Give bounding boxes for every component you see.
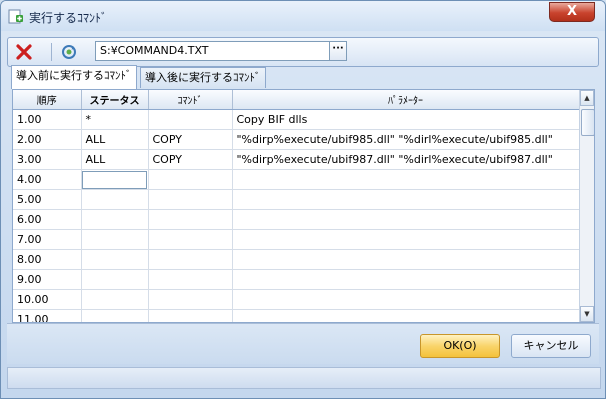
vertical-scrollbar[interactable]: ▲ ▼ [579,90,594,322]
cell-params[interactable] [232,169,580,190]
table-row[interactable]: 10.00 [13,289,580,310]
cell-order[interactable]: 3.00 [13,149,82,170]
scroll-down-icon[interactable]: ▼ [580,306,594,322]
dialog-footer: OK(O) キャンセル [7,323,599,364]
cell-command[interactable] [148,229,233,250]
cell-order[interactable]: 9.00 [13,269,82,290]
cell-status[interactable] [81,289,149,310]
cell-command[interactable] [148,309,233,322]
table-row[interactable]: 9.00 [13,269,580,290]
table-row[interactable]: 3.00 ALL COPY "%dirp%execute/ubif987.dll" "… [13,149,580,170]
cell-status[interactable] [81,309,149,322]
cell-params[interactable] [232,269,580,290]
cell-params[interactable]: "%dirp%execute/ubif987.dll" "%dirl%execu… [232,149,580,170]
cell-order[interactable]: 7.00 [13,229,82,250]
cell-order[interactable]: 10.00 [13,289,82,310]
toolbar: S:¥COMMAND4.TXT ··· [7,37,599,67]
cell-status[interactable]: ALL [81,149,149,170]
command-grid: 順序 ステータス ｺﾏﾝﾄﾞ ﾊﾟﾗﾒｰﾀｰ 1.00 * Copy BIF dll… [12,89,595,323]
cell-order[interactable]: 6.00 [13,209,82,230]
cell-params[interactable] [232,189,580,210]
cell-params[interactable] [232,229,580,250]
toolbar-separator [51,43,52,61]
cell-order[interactable]: 5.00 [13,189,82,210]
cell-order[interactable]: 8.00 [13,249,82,270]
grid-body: 1.00 * Copy BIF dlls 2.00 ALL COPY "%dirp%exec… [13,109,580,322]
scroll-thumb[interactable] [581,109,594,136]
cell-command[interactable] [148,289,233,310]
cell-command[interactable]: COPY [148,149,233,170]
cell-status[interactable] [81,209,149,230]
cell-command[interactable] [148,209,233,230]
table-row[interactable]: 2.00 ALL COPY "%dirp%execute/ubif985.dll" "… [13,129,580,150]
tab-post-install-commands[interactable]: 導入後に実行するｺﾏﾝﾄﾞ [140,67,266,88]
table-row[interactable]: 4.00 [13,169,580,190]
cell-params[interactable] [232,209,580,230]
command-dialog: 実行するｺﾏﾝﾄﾞ X S:¥COMMAND4.TXT ··· 導入前に実行する… [0,0,606,399]
table-row[interactable]: 7.00 [13,229,580,250]
scroll-up-icon[interactable]: ▲ [580,90,594,106]
cell-command[interactable] [148,269,233,290]
cell-status[interactable] [81,269,149,290]
cell-status[interactable] [81,229,149,250]
command-table: 順序 ステータス ｺﾏﾝﾄﾞ ﾊﾟﾗﾒｰﾀｰ 1.00 * Copy BIF dll… [13,90,580,322]
status-bar [7,367,601,389]
close-icon: X [566,4,578,19]
table-row[interactable]: 8.00 [13,249,580,270]
command-file-path-input[interactable]: S:¥COMMAND4.TXT [95,41,331,61]
cell-order[interactable]: 11.00 [13,309,82,322]
table-row[interactable]: 11.00 [13,309,580,322]
tab-pre-install-commands[interactable]: 導入前に実行するｺﾏﾝﾄﾞ [11,65,137,89]
column-header-parameters[interactable]: ﾊﾟﾗﾒｰﾀｰ [232,90,580,110]
cell-order[interactable]: 1.00 [13,109,82,130]
cell-command[interactable] [148,249,233,270]
cell-status[interactable]: * [81,109,149,130]
cell-command[interactable] [148,169,233,190]
browse-button[interactable]: ··· [329,41,347,61]
cell-order[interactable]: 4.00 [13,169,82,190]
title-bar[interactable]: 実行するｺﾏﾝﾄﾞ X [1,1,605,31]
table-row[interactable]: 6.00 [13,209,580,230]
cell-status[interactable] [81,189,149,210]
cell-params[interactable] [232,309,580,322]
cell-command[interactable] [148,109,233,130]
cell-order[interactable]: 2.00 [13,129,82,150]
cell-params[interactable]: "%dirp%execute/ubif985.dll" "%dirl%execu… [232,129,580,150]
ok-button[interactable]: OK(O) [420,334,500,358]
cell-command[interactable] [148,189,233,210]
column-header-status[interactable]: ステータス [81,90,149,110]
refresh-icon[interactable] [60,43,78,61]
cell-status[interactable] [81,249,149,270]
cancel-button[interactable]: キャンセル [511,334,591,358]
column-header-command[interactable]: ｺﾏﾝﾄﾞ [148,90,233,110]
column-header-order[interactable]: 順序 [13,90,82,110]
cell-params[interactable]: Copy BIF dlls [232,109,580,130]
table-row[interactable]: 1.00 * Copy BIF dlls [13,109,580,130]
close-button[interactable]: X [549,2,595,22]
window-title: 実行するｺﾏﾝﾄﾞ [29,11,108,25]
app-icon [8,9,23,24]
cell-params[interactable] [232,289,580,310]
header-row: 順序 ステータス ｺﾏﾝﾄﾞ ﾊﾟﾗﾒｰﾀｰ [13,90,580,110]
table-row[interactable]: 5.00 [13,189,580,210]
cell-status[interactable]: ALL [81,129,149,150]
delete-icon[interactable] [15,43,33,61]
cell-status[interactable] [81,169,149,190]
cell-command[interactable]: COPY [148,129,233,150]
cell-params[interactable] [232,249,580,270]
